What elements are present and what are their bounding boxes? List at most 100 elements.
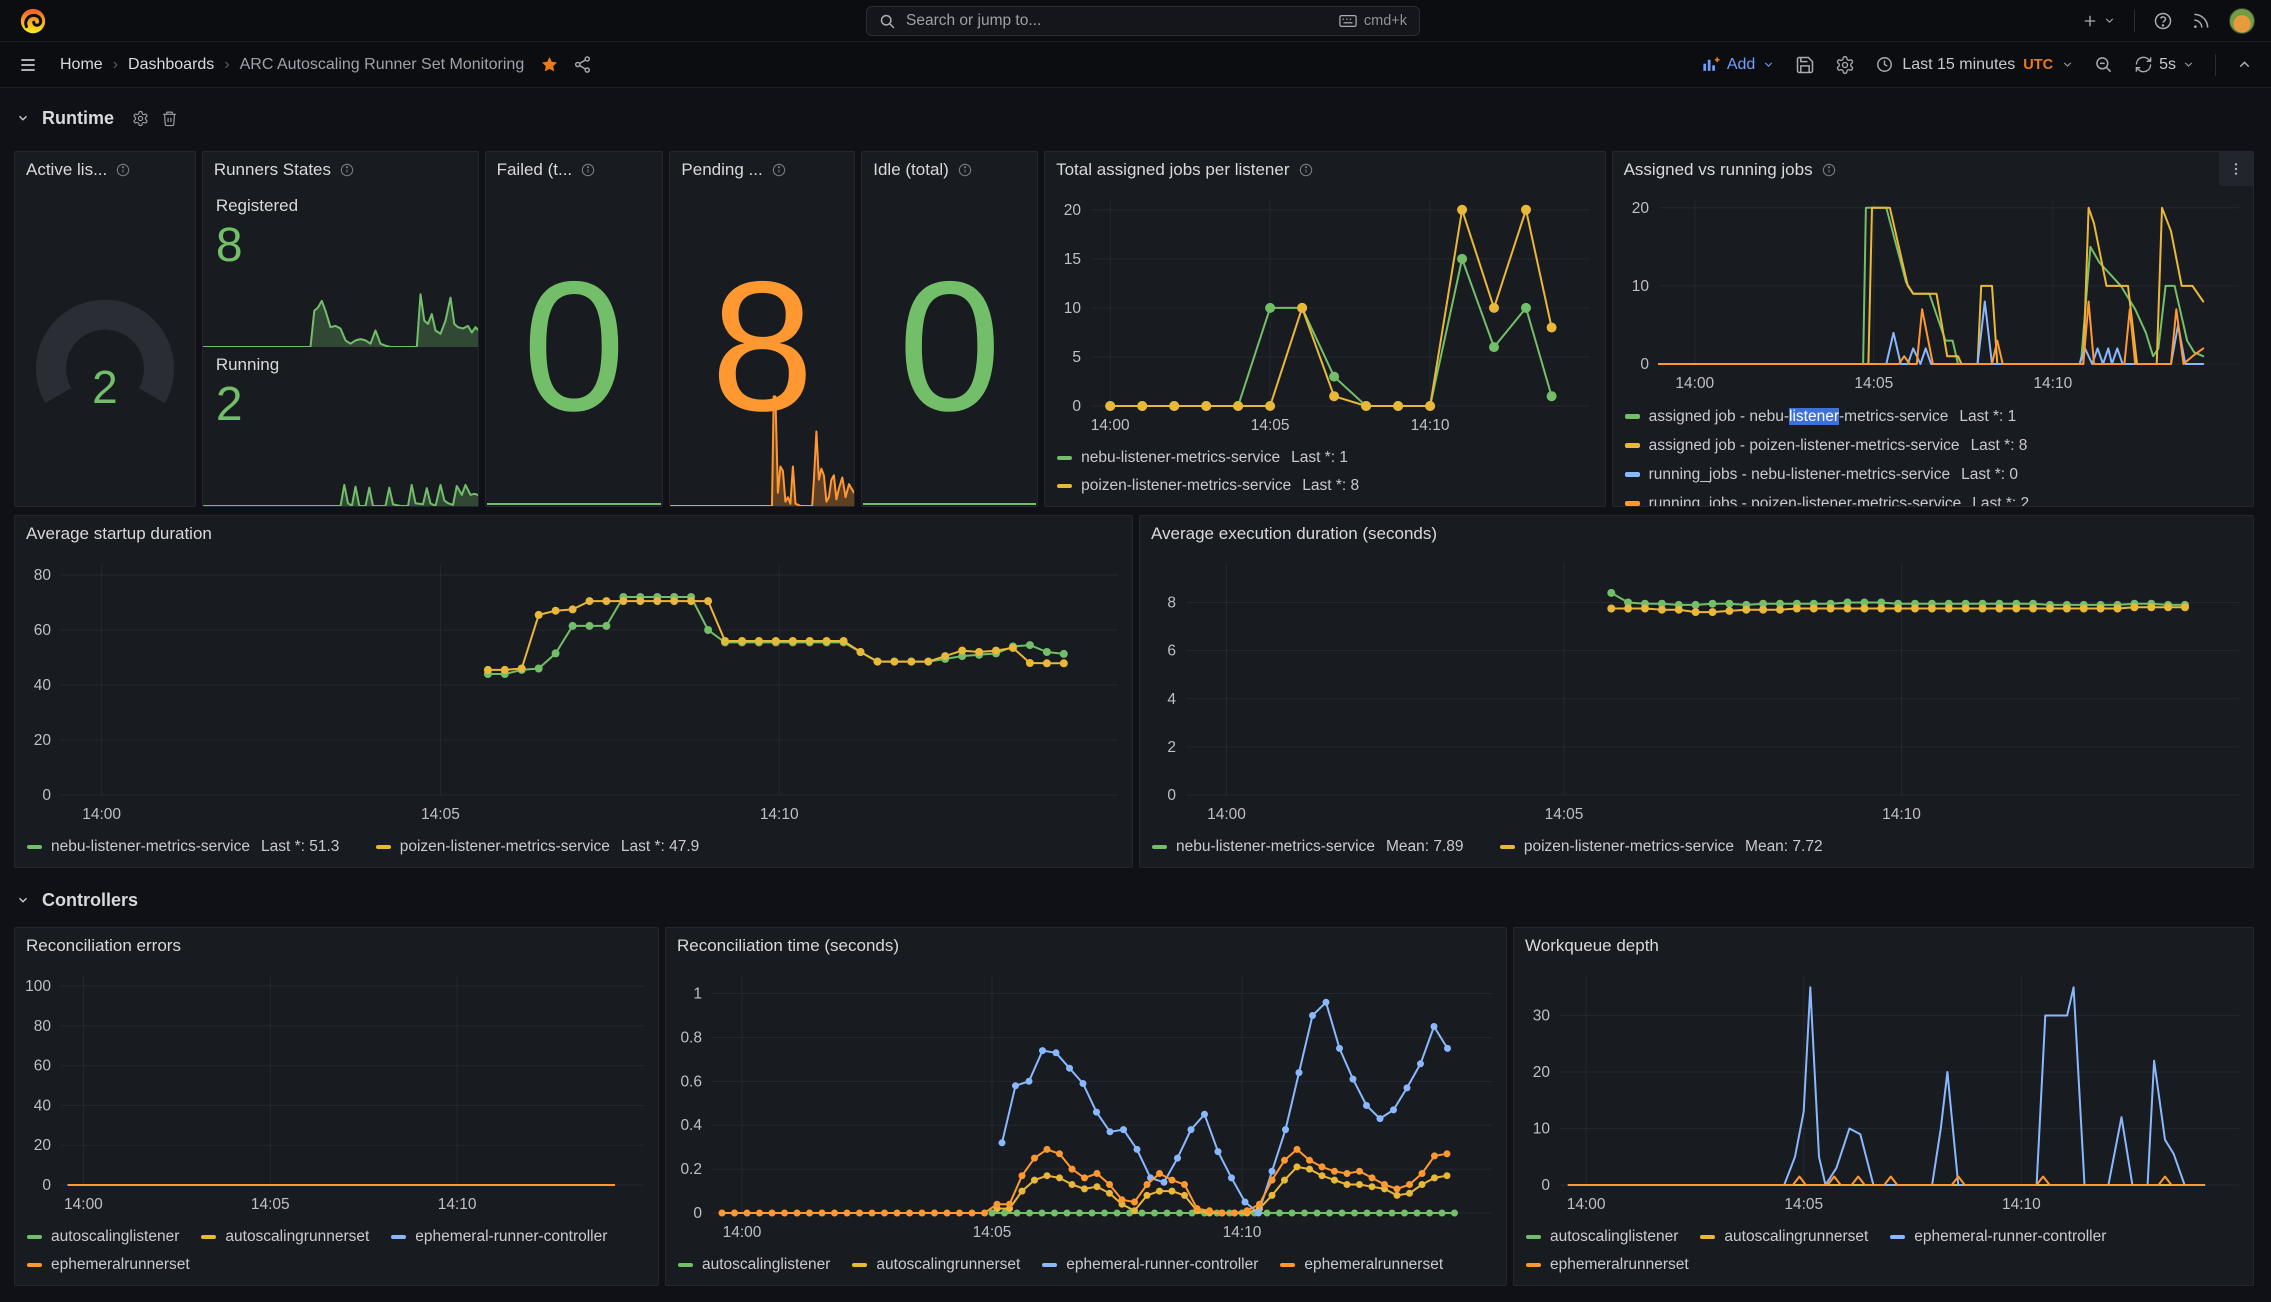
add-button[interactable]: Add — [1701, 55, 1775, 74]
dashboard-settings-icon[interactable] — [1835, 55, 1855, 75]
svg-text:0: 0 — [42, 1177, 51, 1194]
collapse-toolbar-icon[interactable] — [2236, 56, 2253, 73]
time-range-picker[interactable]: Last 15 minutes UTC — [1875, 55, 2074, 74]
svg-text:14:00: 14:00 — [82, 806, 121, 823]
stat-running: Running 2 — [203, 347, 478, 506]
svg-text:30: 30 — [1533, 1008, 1551, 1025]
legend-item[interactable]: autoscalingrunnerset — [201, 1228, 369, 1246]
legend-item[interactable]: assigned job - poizen-listener-metrics-s… — [1625, 437, 2028, 455]
legend-item[interactable]: ephemeralrunnerset — [27, 1256, 190, 1274]
svg-text:60: 60 — [34, 1058, 52, 1075]
stat-value: 2 — [15, 360, 195, 414]
panel-reconciliation-time: Reconciliation time (seconds) 00.20.40.6… — [665, 927, 1507, 1286]
panel-title[interactable]: Runners States — [214, 160, 331, 180]
legend-item[interactable]: autoscalinglistener — [27, 1228, 179, 1246]
panel-assigned-vs-running: Assigned vs running jobs 0102014:0014:05… — [1612, 151, 2254, 507]
legend-item[interactable]: autoscalinglistener — [1526, 1228, 1678, 1246]
legend-item[interactable]: running_jobs - poizen-listener-metrics-s… — [1625, 495, 2030, 507]
info-icon[interactable] — [580, 162, 596, 178]
stat-registered: Registered 8 — [203, 188, 478, 347]
section-title: Runtime — [42, 108, 114, 129]
svg-text:14:10: 14:10 — [760, 806, 799, 823]
breadcrumb-dashboards[interactable]: Dashboards — [128, 56, 214, 74]
legend-item[interactable]: nebu-listener-metrics-serviceLast *: 51.… — [27, 838, 339, 856]
legend-item[interactable]: nebu-listener-metrics-serviceLast *: 1 — [1057, 449, 1348, 467]
panel-title[interactable]: Reconciliation time (seconds) — [677, 936, 899, 956]
time-series-chart[interactable]: 00.20.40.60.8114:0014:0514:10 — [666, 964, 1506, 1247]
row-delete-icon[interactable] — [161, 110, 178, 127]
refresh-interval-label: 5s — [2159, 56, 2176, 74]
panel-title[interactable]: Failed (t... — [497, 160, 573, 180]
row-settings-icon[interactable] — [132, 110, 149, 127]
user-avatar[interactable] — [2229, 8, 2255, 34]
panel-title[interactable]: Average execution duration (seconds) — [1151, 524, 1437, 544]
favorite-star-icon[interactable] — [540, 55, 559, 74]
legend-item[interactable]: poizen-listener-metrics-serviceLast *: 8 — [1057, 477, 1359, 495]
svg-text:14:05: 14:05 — [421, 806, 460, 823]
info-icon[interactable] — [957, 162, 973, 178]
refresh-picker[interactable]: 5s — [2134, 55, 2195, 74]
info-icon[interactable] — [1298, 162, 1314, 178]
legend-item[interactable]: poizen-listener-metrics-serviceMean: 7.7… — [1500, 838, 1823, 856]
svg-text:60: 60 — [34, 622, 52, 639]
time-series-chart[interactable]: 0102014:0014:0514:10 — [1613, 188, 2253, 398]
legend-item[interactable]: autoscalingrunnerset — [852, 1256, 1020, 1274]
section-runtime[interactable]: Runtime — [16, 100, 2271, 136]
legend-item[interactable]: assigned job - nebu-listener-metrics-ser… — [1625, 408, 2017, 426]
panel-runners-states: Runners States Registered 8 Running 2 — [202, 151, 479, 507]
time-series-chart[interactable]: 02040608014:0014:0514:10 — [15, 552, 1132, 829]
help-icon[interactable] — [2153, 11, 2173, 31]
panel-title[interactable]: Pending ... — [681, 160, 762, 180]
panel-title[interactable]: Reconciliation errors — [26, 936, 181, 956]
panel-active-listeners: Active lis... 2 — [14, 151, 196, 507]
time-series-chart[interactable]: 0510152014:0014:0514:10 — [1045, 188, 1604, 440]
legend-item[interactable]: nebu-listener-metrics-serviceMean: 7.89 — [1152, 838, 1464, 856]
svg-text:0: 0 — [1167, 787, 1176, 804]
panel-title[interactable]: Average startup duration — [26, 524, 212, 544]
search-icon — [879, 13, 896, 30]
svg-text:40: 40 — [34, 1097, 52, 1114]
panel-title[interactable]: Active lis... — [26, 160, 107, 180]
chart-legend: autoscalinglistener autoscalingrunnerset… — [666, 1247, 1506, 1285]
legend-swatch — [678, 1263, 693, 1268]
panel-title[interactable]: Idle (total) — [873, 160, 949, 180]
legend-item[interactable]: ephemeralrunnerset — [1280, 1256, 1443, 1274]
svg-text:14:00: 14:00 — [1207, 806, 1246, 823]
svg-text:14:10: 14:10 — [2002, 1196, 2041, 1213]
time-series-chart[interactable]: 0246814:0014:0514:10 — [1140, 552, 2253, 829]
time-series-chart[interactable]: 02040608010014:0014:0514:10 — [15, 964, 658, 1219]
legend-item[interactable]: ephemeral-runner-controller — [391, 1228, 607, 1246]
legend-item[interactable]: running_jobs - nebu-listener-metrics-ser… — [1625, 466, 2018, 484]
legend-item[interactable]: ephemeral-runner-controller — [1890, 1228, 2106, 1246]
info-icon[interactable] — [115, 162, 131, 178]
menu-toggle-icon[interactable] — [18, 55, 38, 75]
panel-menu-button[interactable] — [2219, 152, 2253, 186]
news-icon[interactable] — [2191, 11, 2211, 31]
new-button[interactable] — [2081, 12, 2116, 30]
save-dashboard-icon[interactable] — [1795, 55, 1815, 75]
search-input[interactable]: Search or jump to... cmd+k — [866, 6, 1420, 36]
legend-item[interactable]: autoscalinglistener — [678, 1256, 830, 1274]
grafana-logo[interactable] — [18, 6, 48, 36]
breadcrumb-home[interactable]: Home — [60, 56, 103, 74]
svg-text:0.4: 0.4 — [680, 1117, 702, 1134]
legend-item[interactable]: autoscalingrunnerset — [1700, 1228, 1868, 1246]
panel-title[interactable]: Total assigned jobs per listener — [1056, 160, 1289, 180]
legend-swatch — [1042, 1263, 1057, 1268]
svg-text:14:00: 14:00 — [64, 1196, 103, 1213]
section-controllers[interactable]: Controllers — [16, 882, 2271, 918]
legend-item[interactable]: poizen-listener-metrics-serviceLast *: 4… — [376, 838, 700, 856]
svg-text:2: 2 — [1167, 739, 1176, 756]
zoom-out-icon[interactable] — [2094, 55, 2114, 75]
panel-title[interactable]: Assigned vs running jobs — [1624, 160, 1813, 180]
info-icon[interactable] — [339, 162, 355, 178]
info-icon[interactable] — [1821, 162, 1837, 178]
share-icon[interactable] — [573, 55, 592, 74]
panel-title[interactable]: Workqueue depth — [1525, 936, 1659, 956]
legend-swatch — [1700, 1235, 1715, 1240]
legend-item[interactable]: ephemeral-runner-controller — [1042, 1256, 1258, 1274]
legend-item[interactable]: ephemeralrunnerset — [1526, 1256, 1689, 1274]
info-icon[interactable] — [771, 162, 787, 178]
time-series-chart[interactable]: 010203014:0014:0514:10 — [1514, 964, 2253, 1219]
svg-text:5: 5 — [1072, 349, 1081, 366]
